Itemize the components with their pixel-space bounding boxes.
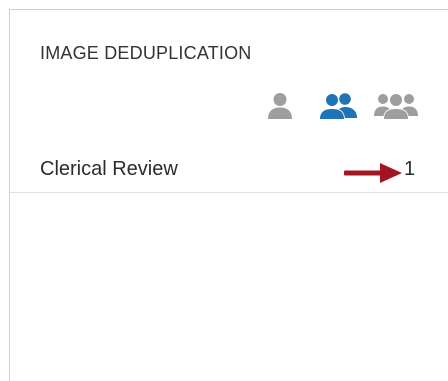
single-user-view-button[interactable] bbox=[257, 87, 303, 125]
image-deduplication-panel: IMAGE DEDUPLICATION Clerical Review 1 bbox=[9, 9, 448, 381]
two-users-icon bbox=[319, 93, 357, 120]
review-count: 1 bbox=[404, 158, 416, 180]
single-user-icon bbox=[268, 93, 292, 119]
group-users-view-button[interactable] bbox=[373, 87, 419, 125]
group-users-icon bbox=[374, 93, 418, 120]
clerical-review-row[interactable]: Clerical Review 1 bbox=[10, 148, 448, 193]
row-label: Clerical Review bbox=[40, 158, 178, 180]
arrow-right-icon bbox=[344, 163, 402, 183]
view-toggle-group bbox=[257, 87, 419, 125]
two-users-view-button[interactable] bbox=[315, 87, 361, 125]
panel-title: IMAGE DEDUPLICATION bbox=[40, 43, 252, 63]
